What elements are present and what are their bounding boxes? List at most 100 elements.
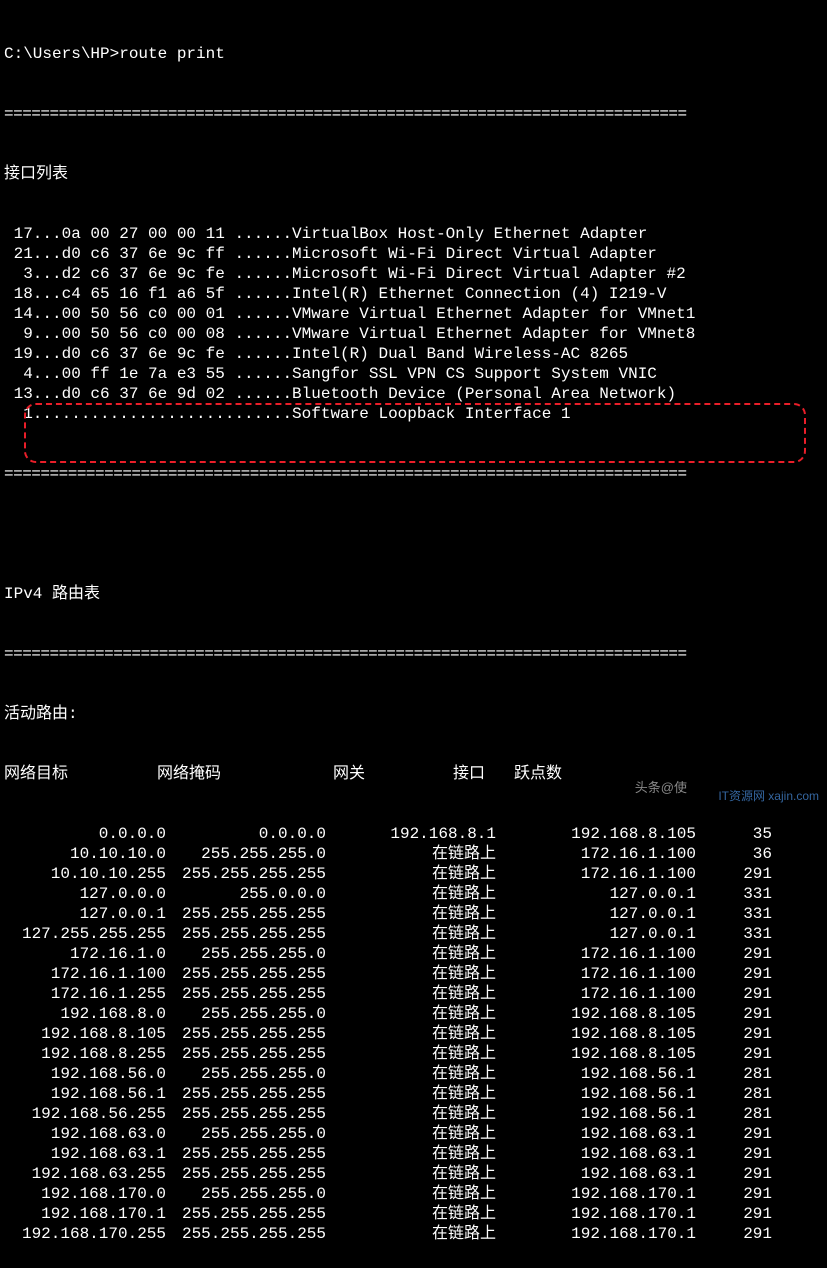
- col-header-destination: 网络目标: [4, 764, 104, 784]
- route-netmask: 255.255.255.255: [170, 1044, 330, 1064]
- route-interface: 192.168.63.1: [500, 1124, 700, 1144]
- route-interface: 192.168.170.1: [500, 1224, 700, 1244]
- route-interface: 127.0.0.1: [500, 904, 700, 924]
- watermark-logo: IT资源网 xajin.com: [718, 787, 819, 804]
- interface-entry: 18...c4 65 16 f1 a6 5f ......Intel(R) Et…: [0, 284, 827, 304]
- route-gateway: 在链路上: [330, 1164, 500, 1184]
- route-interface: 172.16.1.100: [500, 864, 700, 884]
- col-header-gateway: 网关: [274, 764, 424, 784]
- route-row: 192.168.63.1255.255.255.255在链路上192.168.6…: [0, 1144, 827, 1164]
- route-metric: 36: [700, 844, 780, 864]
- separator-line: ========================================…: [0, 104, 827, 124]
- separator-line: ========================================…: [0, 644, 827, 664]
- route-gateway: 在链路上: [330, 904, 500, 924]
- route-gateway: 192.168.8.1: [330, 824, 500, 844]
- route-gateway: 在链路上: [330, 844, 500, 864]
- watermark-text: 头条@使: [635, 777, 687, 796]
- route-netmask: 255.255.255.255: [170, 1024, 330, 1044]
- route-interface: 192.168.170.1: [500, 1204, 700, 1224]
- route-row: 0.0.0.00.0.0.0192.168.8.1192.168.8.10535: [0, 824, 827, 844]
- route-row: 172.16.1.0255.255.255.0在链路上172.16.1.1002…: [0, 944, 827, 964]
- route-netmask: 255.255.255.0: [170, 1124, 330, 1144]
- route-metric: 291: [700, 1184, 780, 1204]
- route-netmask: 255.0.0.0: [170, 884, 330, 904]
- route-netmask: 255.255.255.0: [170, 1184, 330, 1204]
- route-interface: 172.16.1.100: [500, 964, 700, 984]
- route-metric: 291: [700, 864, 780, 884]
- route-metric: 291: [700, 1144, 780, 1164]
- route-interface: 192.168.63.1: [500, 1144, 700, 1164]
- interface-entry: 9...00 50 56 c0 00 08 ......VMware Virtu…: [0, 324, 827, 344]
- route-row: 172.16.1.255255.255.255.255在链路上172.16.1.…: [0, 984, 827, 1004]
- route-row: 192.168.170.255255.255.255.255在链路上192.16…: [0, 1224, 827, 1244]
- route-interface: 172.16.1.100: [500, 984, 700, 1004]
- route-metric: 291: [700, 1024, 780, 1044]
- route-table-header: 网络目标 网络掩码 网关 接口 跃点数: [0, 764, 827, 784]
- route-row: 192.168.63.0255.255.255.0在链路上192.168.63.…: [0, 1124, 827, 1144]
- route-gateway: 在链路上: [330, 1084, 500, 1104]
- route-row: 172.16.1.100255.255.255.255在链路上172.16.1.…: [0, 964, 827, 984]
- route-row: 127.0.0.1255.255.255.255在链路上127.0.0.1331: [0, 904, 827, 924]
- route-netmask: 255.255.255.255: [170, 904, 330, 924]
- route-row: 192.168.56.1255.255.255.255在链路上192.168.5…: [0, 1084, 827, 1104]
- route-netmask: 255.255.255.255: [170, 924, 330, 944]
- route-netmask: 255.255.255.0: [170, 1064, 330, 1084]
- col-header-netmask: 网络掩码: [104, 764, 274, 784]
- route-metric: 331: [700, 924, 780, 944]
- route-row: 192.168.56.0255.255.255.0在链路上192.168.56.…: [0, 1064, 827, 1084]
- route-row: 192.168.8.255255.255.255.255在链路上192.168.…: [0, 1044, 827, 1064]
- route-netmask: 255.255.255.255: [170, 964, 330, 984]
- route-destination: 192.168.56.1: [0, 1084, 170, 1104]
- route-destination: 10.10.10.255: [0, 864, 170, 884]
- route-gateway: 在链路上: [330, 984, 500, 1004]
- route-interface: 127.0.0.1: [500, 924, 700, 944]
- route-interface: 192.168.170.1: [500, 1184, 700, 1204]
- route-gateway: 在链路上: [330, 1024, 500, 1044]
- route-metric: 331: [700, 904, 780, 924]
- route-row: 192.168.8.0255.255.255.0在链路上192.168.8.10…: [0, 1004, 827, 1024]
- route-metric: 291: [700, 1224, 780, 1244]
- route-netmask: 255.255.255.0: [170, 1004, 330, 1024]
- route-destination: 10.10.10.0: [0, 844, 170, 864]
- command-prompt: C:\Users\HP>route print: [0, 44, 827, 64]
- route-gateway: 在链路上: [330, 924, 500, 944]
- route-destination: 127.0.0.1: [0, 904, 170, 924]
- route-destination: 192.168.170.255: [0, 1224, 170, 1244]
- route-metric: 291: [700, 1044, 780, 1064]
- route-interface: 172.16.1.100: [500, 944, 700, 964]
- ipv4-route-table-header: IPv4 路由表: [0, 584, 827, 604]
- interface-entry: 21...d0 c6 37 6e 9c ff ......Microsoft W…: [0, 244, 827, 264]
- route-interface: 192.168.8.105: [500, 1024, 700, 1044]
- route-row: 127.0.0.0255.0.0.0在链路上127.0.0.1331: [0, 884, 827, 904]
- route-gateway: 在链路上: [330, 1124, 500, 1144]
- route-destination: 127.0.0.0: [0, 884, 170, 904]
- route-interface: 192.168.8.105: [500, 1044, 700, 1064]
- route-destination: 192.168.8.105: [0, 1024, 170, 1044]
- route-interface: 127.0.0.1: [500, 884, 700, 904]
- interfaces-header: 接口列表: [0, 164, 827, 184]
- route-metric: 331: [700, 884, 780, 904]
- route-netmask: 255.255.255.0: [170, 844, 330, 864]
- route-row: 192.168.170.1255.255.255.255在链路上192.168.…: [0, 1204, 827, 1224]
- route-metric: 291: [700, 1164, 780, 1184]
- route-metric: 281: [700, 1104, 780, 1124]
- route-gateway: 在链路上: [330, 1104, 500, 1124]
- route-netmask: 255.255.255.255: [170, 1204, 330, 1224]
- route-interface: 192.168.8.105: [500, 1004, 700, 1024]
- route-interface: 192.168.63.1: [500, 1164, 700, 1184]
- route-metric: 291: [700, 1004, 780, 1024]
- route-gateway: 在链路上: [330, 964, 500, 984]
- blank-line: [0, 524, 827, 544]
- route-gateway: 在链路上: [330, 1064, 500, 1084]
- terminal-output: C:\Users\HP>route print ================…: [0, 0, 827, 1268]
- col-header-metric: 跃点数: [514, 764, 604, 784]
- route-interface: 192.168.56.1: [500, 1064, 700, 1084]
- route-destination: 192.168.63.1: [0, 1144, 170, 1164]
- route-interface: 172.16.1.100: [500, 844, 700, 864]
- route-metric: 291: [700, 1124, 780, 1144]
- route-interface: 192.168.56.1: [500, 1104, 700, 1124]
- route-metric: 281: [700, 1084, 780, 1104]
- route-destination: 192.168.8.0: [0, 1004, 170, 1024]
- route-row: 10.10.10.255255.255.255.255在链路上172.16.1.…: [0, 864, 827, 884]
- route-row: 192.168.8.105255.255.255.255在链路上192.168.…: [0, 1024, 827, 1044]
